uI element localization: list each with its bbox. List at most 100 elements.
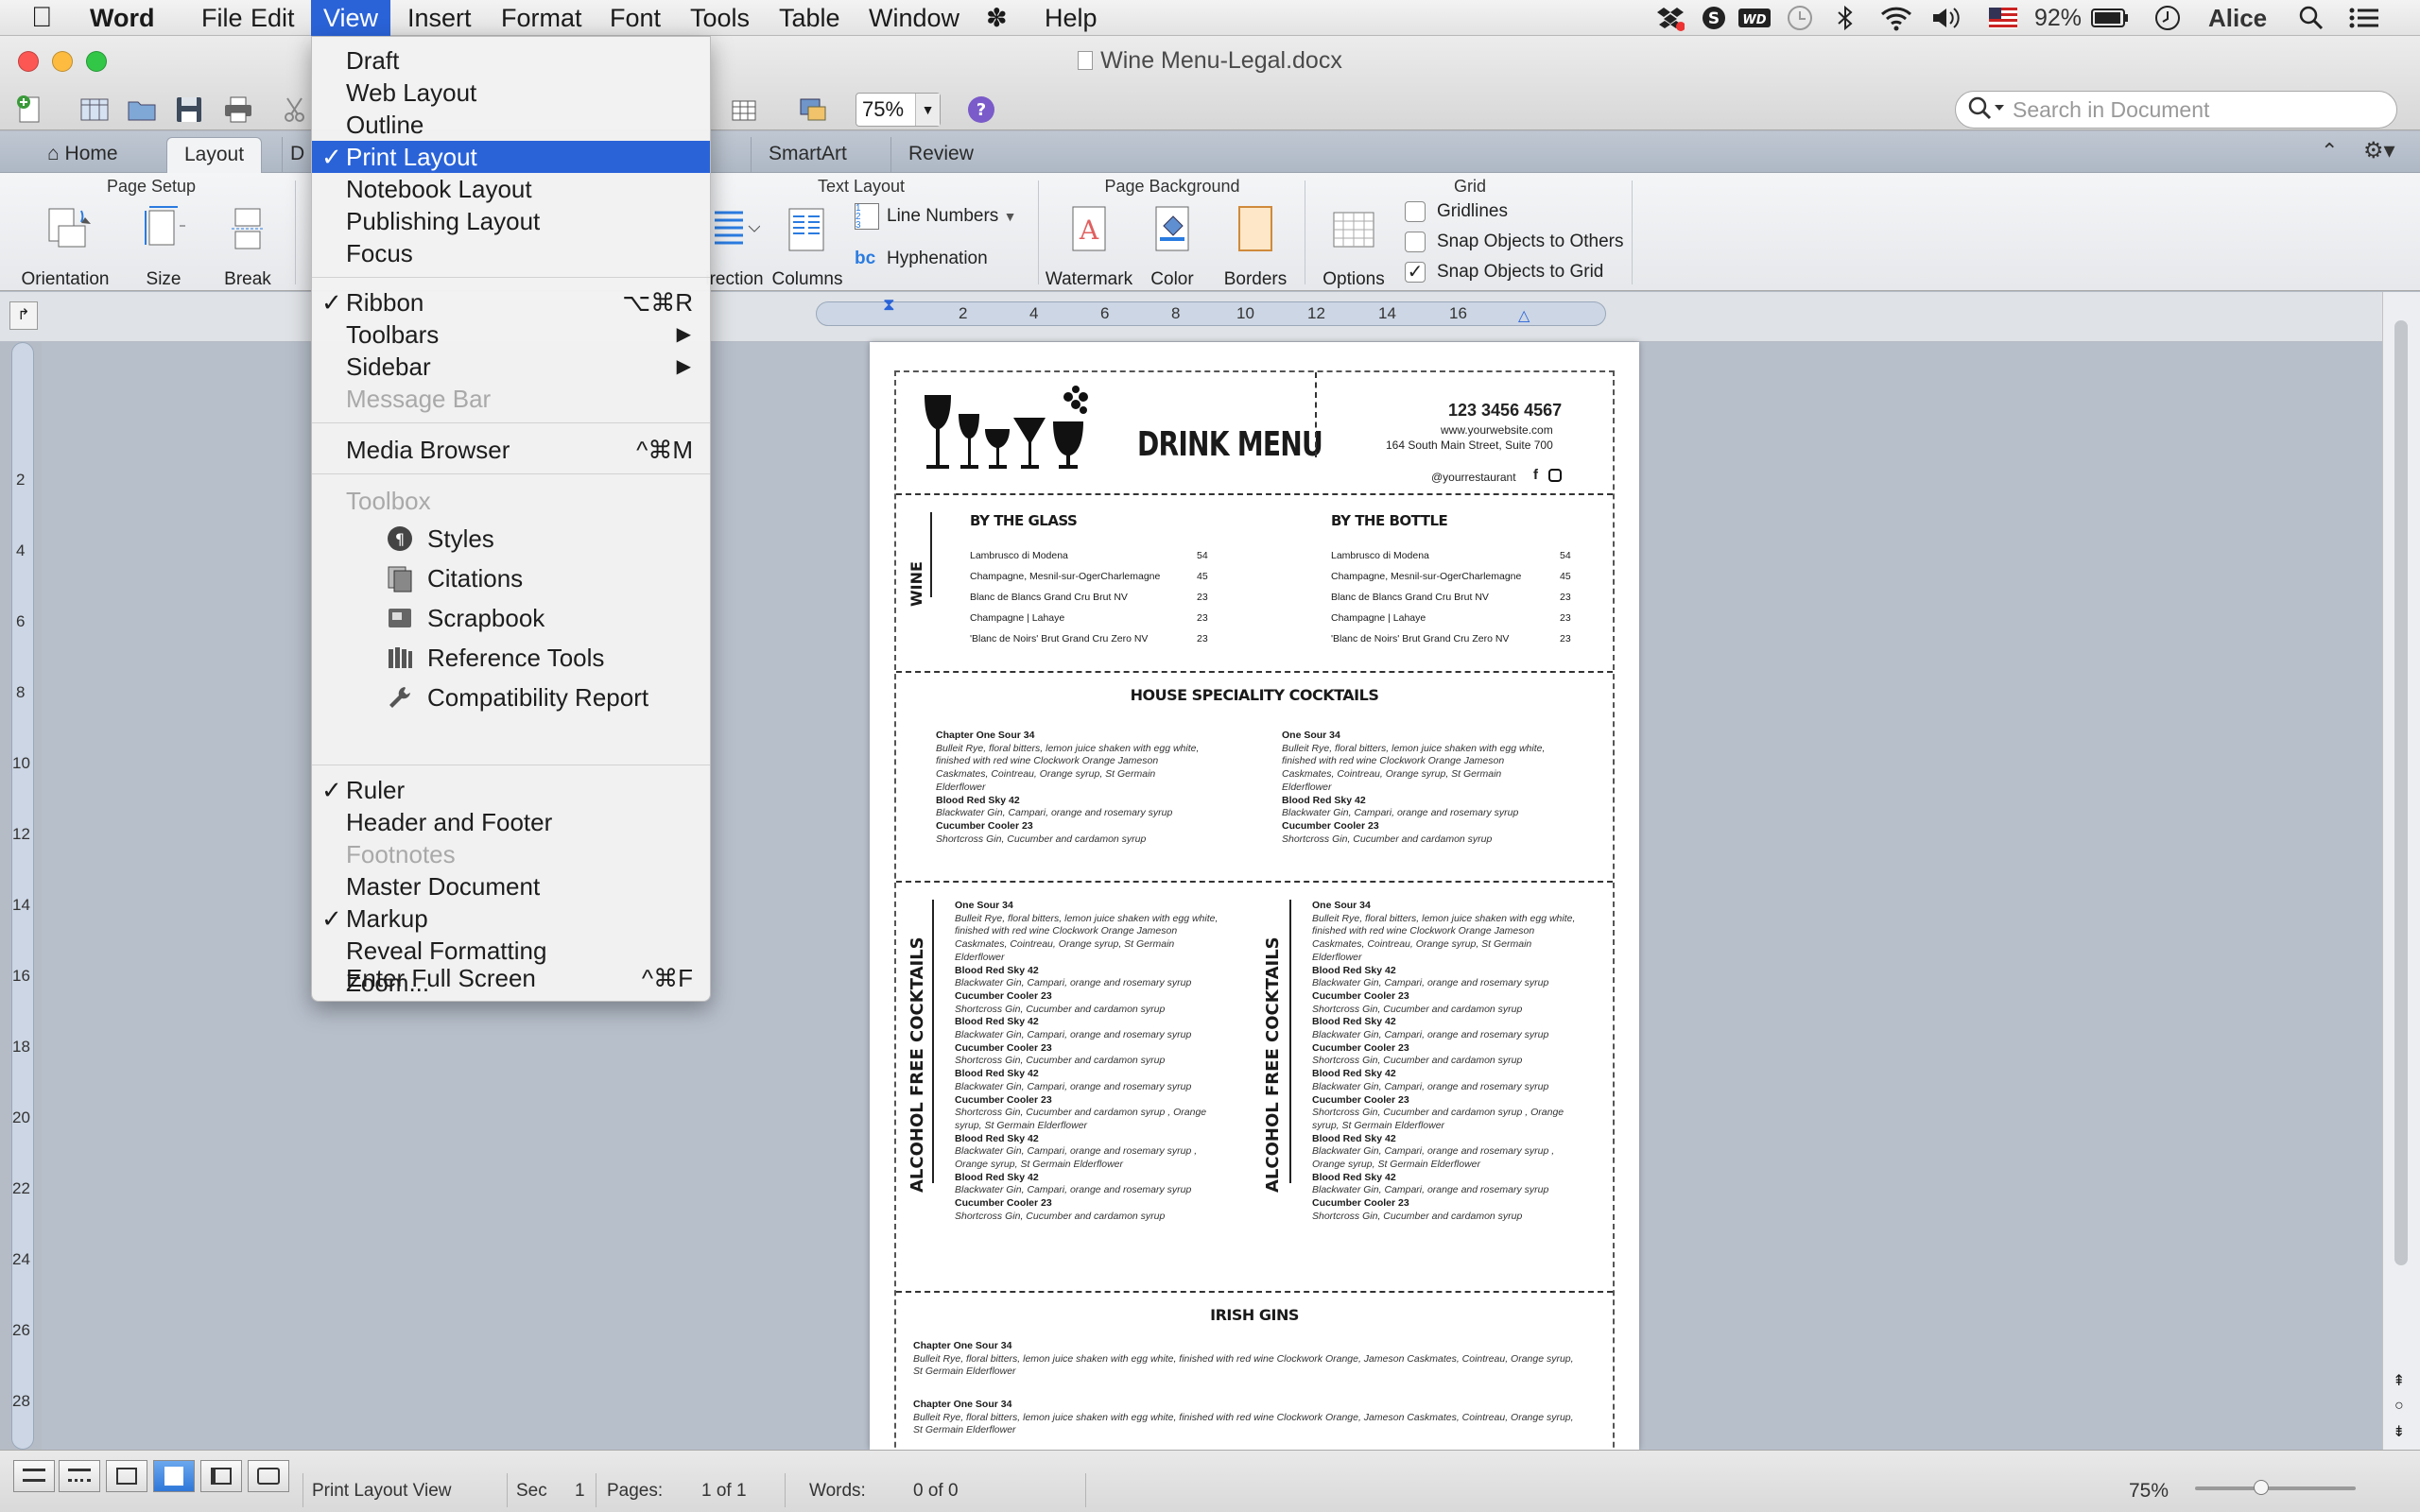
menu-item-sidebar[interactable]: Sidebar ▶ <box>312 351 710 383</box>
tab-review[interactable]: Review <box>890 137 991 173</box>
menu-item-full-screen[interactable]: Enter Full Screen ^⌘F <box>312 962 710 994</box>
open-button[interactable] <box>121 89 163 130</box>
checkbox-box[interactable] <box>1405 201 1426 222</box>
notification-center-icon[interactable] <box>2348 0 2380 36</box>
skype-icon[interactable]: S <box>1700 0 1728 36</box>
tables-icon[interactable] <box>723 89 765 130</box>
menu-item-scrapbook[interactable]: Scrapbook <box>312 602 710 634</box>
vertical-scrollbar[interactable]: ⇞ ○ ⇟ <box>2382 292 2420 1450</box>
grid-options-button[interactable]: Options <box>1316 201 1392 290</box>
dropbox-icon[interactable] <box>1656 0 1685 36</box>
chevron-down-icon[interactable]: ▼ <box>915 94 940 126</box>
menu-view[interactable]: View <box>311 0 391 36</box>
app-menu-word[interactable]: Word <box>78 0 167 36</box>
menu-font[interactable]: Font <box>597 0 673 36</box>
zoom-slider[interactable] <box>2195 1480 2356 1495</box>
indent-marker-icon[interactable]: ⧗ <box>883 295 895 315</box>
menu-window[interactable]: Window <box>856 0 972 36</box>
document-page[interactable]: DRINK MENU 123 3456 4567 www.yourwebsite… <box>870 342 1639 1450</box>
columns-button[interactable]: Columns <box>769 201 845 290</box>
battery-percent[interactable]: 92% <box>2034 0 2082 36</box>
menu-item-header-footer[interactable]: Header and Footer <box>312 806 710 838</box>
collapse-ribbon-icon[interactable]: ⌃ <box>2321 139 2338 163</box>
menu-edit[interactable]: Edit <box>238 0 307 36</box>
size-button[interactable]: Size <box>123 201 204 290</box>
time-machine-icon[interactable] <box>1785 0 1815 36</box>
print-layout-view-button[interactable] <box>153 1460 195 1492</box>
menu-tools[interactable]: Tools <box>678 0 762 36</box>
previous-page-icon[interactable]: ⇞ <box>2393 1371 2405 1390</box>
menu-item-draft[interactable]: Draft <box>312 44 710 77</box>
tab-layout[interactable]: Layout <box>166 137 263 173</box>
right-indent-marker-icon[interactable]: △ <box>1518 306 1530 325</box>
hyphenation-button[interactable]: bc Hyphenation <box>855 249 1025 269</box>
wifi-icon[interactable] <box>1879 0 1913 36</box>
menu-help[interactable]: Help <box>1032 0 1110 36</box>
browse-object-icon[interactable]: ○ <box>2394 1398 2404 1415</box>
snap-to-others-checkbox[interactable]: Snap Objects to Others <box>1405 230 1624 256</box>
next-page-icon[interactable]: ⇟ <box>2393 1422 2405 1441</box>
menu-item-ruler[interactable]: ✓ Ruler <box>312 774 710 806</box>
bluetooth-icon[interactable] <box>1834 0 1857 36</box>
menu-item-master-document[interactable]: Master Document <box>312 870 710 902</box>
snap-to-grid-checkbox[interactable]: ✓ Snap Objects to Grid <box>1405 260 1603 286</box>
page-borders-button[interactable]: Borders <box>1218 201 1293 290</box>
media-browser-icon[interactable] <box>792 89 834 130</box>
volume-icon[interactable] <box>1930 0 1964 36</box>
vertical-ruler[interactable]: 2 4 6 8 10 12 14 16 18 20 22 24 26 28 <box>11 342 34 1450</box>
menu-item-media-browser[interactable]: Media Browser ^⌘M <box>312 434 710 466</box>
menu-item-outline[interactable]: Outline <box>312 109 710 141</box>
menu-item-reference-tools[interactable]: Reference Tools <box>312 642 710 674</box>
tab-smartart[interactable]: SmartArt <box>751 137 864 173</box>
horizontal-ruler[interactable]: 2 4 6 8 10 12 14 16 ⧗ △ <box>816 295 1606 326</box>
menu-item-notebook-layout[interactable]: Notebook Layout <box>312 173 710 205</box>
menu-format[interactable]: Format <box>489 0 595 36</box>
outline-view-button[interactable] <box>59 1460 100 1492</box>
menu-item-focus[interactable]: Focus <box>312 237 710 269</box>
script-menu-icon[interactable]: ✽ <box>974 0 1020 36</box>
focus-view-button[interactable] <box>248 1460 289 1492</box>
menu-item-toolbars[interactable]: Toolbars ▶ <box>312 318 710 351</box>
user-name[interactable]: Alice <box>2208 0 2267 36</box>
menu-item-compatibility-report[interactable]: Compatibility Report <box>312 681 710 713</box>
save-button[interactable] <box>168 89 210 130</box>
clock-icon[interactable] <box>2153 0 2182 36</box>
menu-item-styles[interactable]: ¶ Styles <box>312 523 710 555</box>
checkbox-box[interactable] <box>1405 232 1426 252</box>
tab-home[interactable]: ⌂ Home <box>30 137 135 173</box>
text-direction-button[interactable]: irection <box>703 201 766 290</box>
menu-item-markup[interactable]: ✓ Markup <box>312 902 710 935</box>
menu-insert[interactable]: Insert <box>395 0 484 36</box>
zoom-select[interactable]: 75% ▼ <box>856 93 941 127</box>
menu-item-print-layout[interactable]: ✓ Print Layout <box>312 141 710 173</box>
templates-button[interactable] <box>74 89 115 130</box>
draft-view-button[interactable] <box>13 1460 55 1492</box>
publishing-view-button[interactable] <box>106 1460 147 1492</box>
checkmark-icon[interactable]: ✓ <box>1405 262 1426 283</box>
menu-table[interactable]: Table <box>767 0 853 36</box>
search-input[interactable]: Search in Document <box>1955 91 2397 129</box>
apple-icon[interactable]:  <box>19 0 65 36</box>
menu-item-publishing-layout[interactable]: Publishing Layout <box>312 205 710 237</box>
zoom-slider-thumb[interactable] <box>2254 1480 2269 1495</box>
menu-item-citations[interactable]: Citations <box>312 562 710 594</box>
spotlight-icon[interactable] <box>2297 0 2325 36</box>
menu-item-web-layout[interactable]: Web Layout <box>312 77 710 109</box>
wd-drive-icon[interactable]: WD <box>1737 0 1772 36</box>
us-flag-icon[interactable] <box>1989 0 2017 36</box>
gridlines-checkbox[interactable]: Gridlines <box>1405 199 1508 226</box>
help-icon[interactable]: ? <box>960 89 1002 130</box>
new-document-button[interactable] <box>9 89 51 130</box>
gear-icon[interactable]: ⚙▾ <box>2363 137 2395 164</box>
scrollbar-thumb[interactable] <box>2394 320 2408 1265</box>
print-button[interactable] <box>217 89 259 130</box>
menu-item-ribbon[interactable]: ✓ Ribbon ⌥⌘R <box>312 286 710 318</box>
watermark-button[interactable]: A Watermark <box>1044 201 1134 290</box>
notebook-view-button[interactable] <box>200 1460 242 1492</box>
tab-stop-selector[interactable]: ↱ <box>9 301 38 330</box>
orientation-button[interactable]: Orientation <box>13 201 117 290</box>
battery-icon[interactable] <box>2091 0 2129 36</box>
page-color-button[interactable]: Color <box>1134 201 1210 290</box>
tab-partial-d[interactable]: D <box>282 137 312 173</box>
search-icon[interactable] <box>1966 94 2004 123</box>
